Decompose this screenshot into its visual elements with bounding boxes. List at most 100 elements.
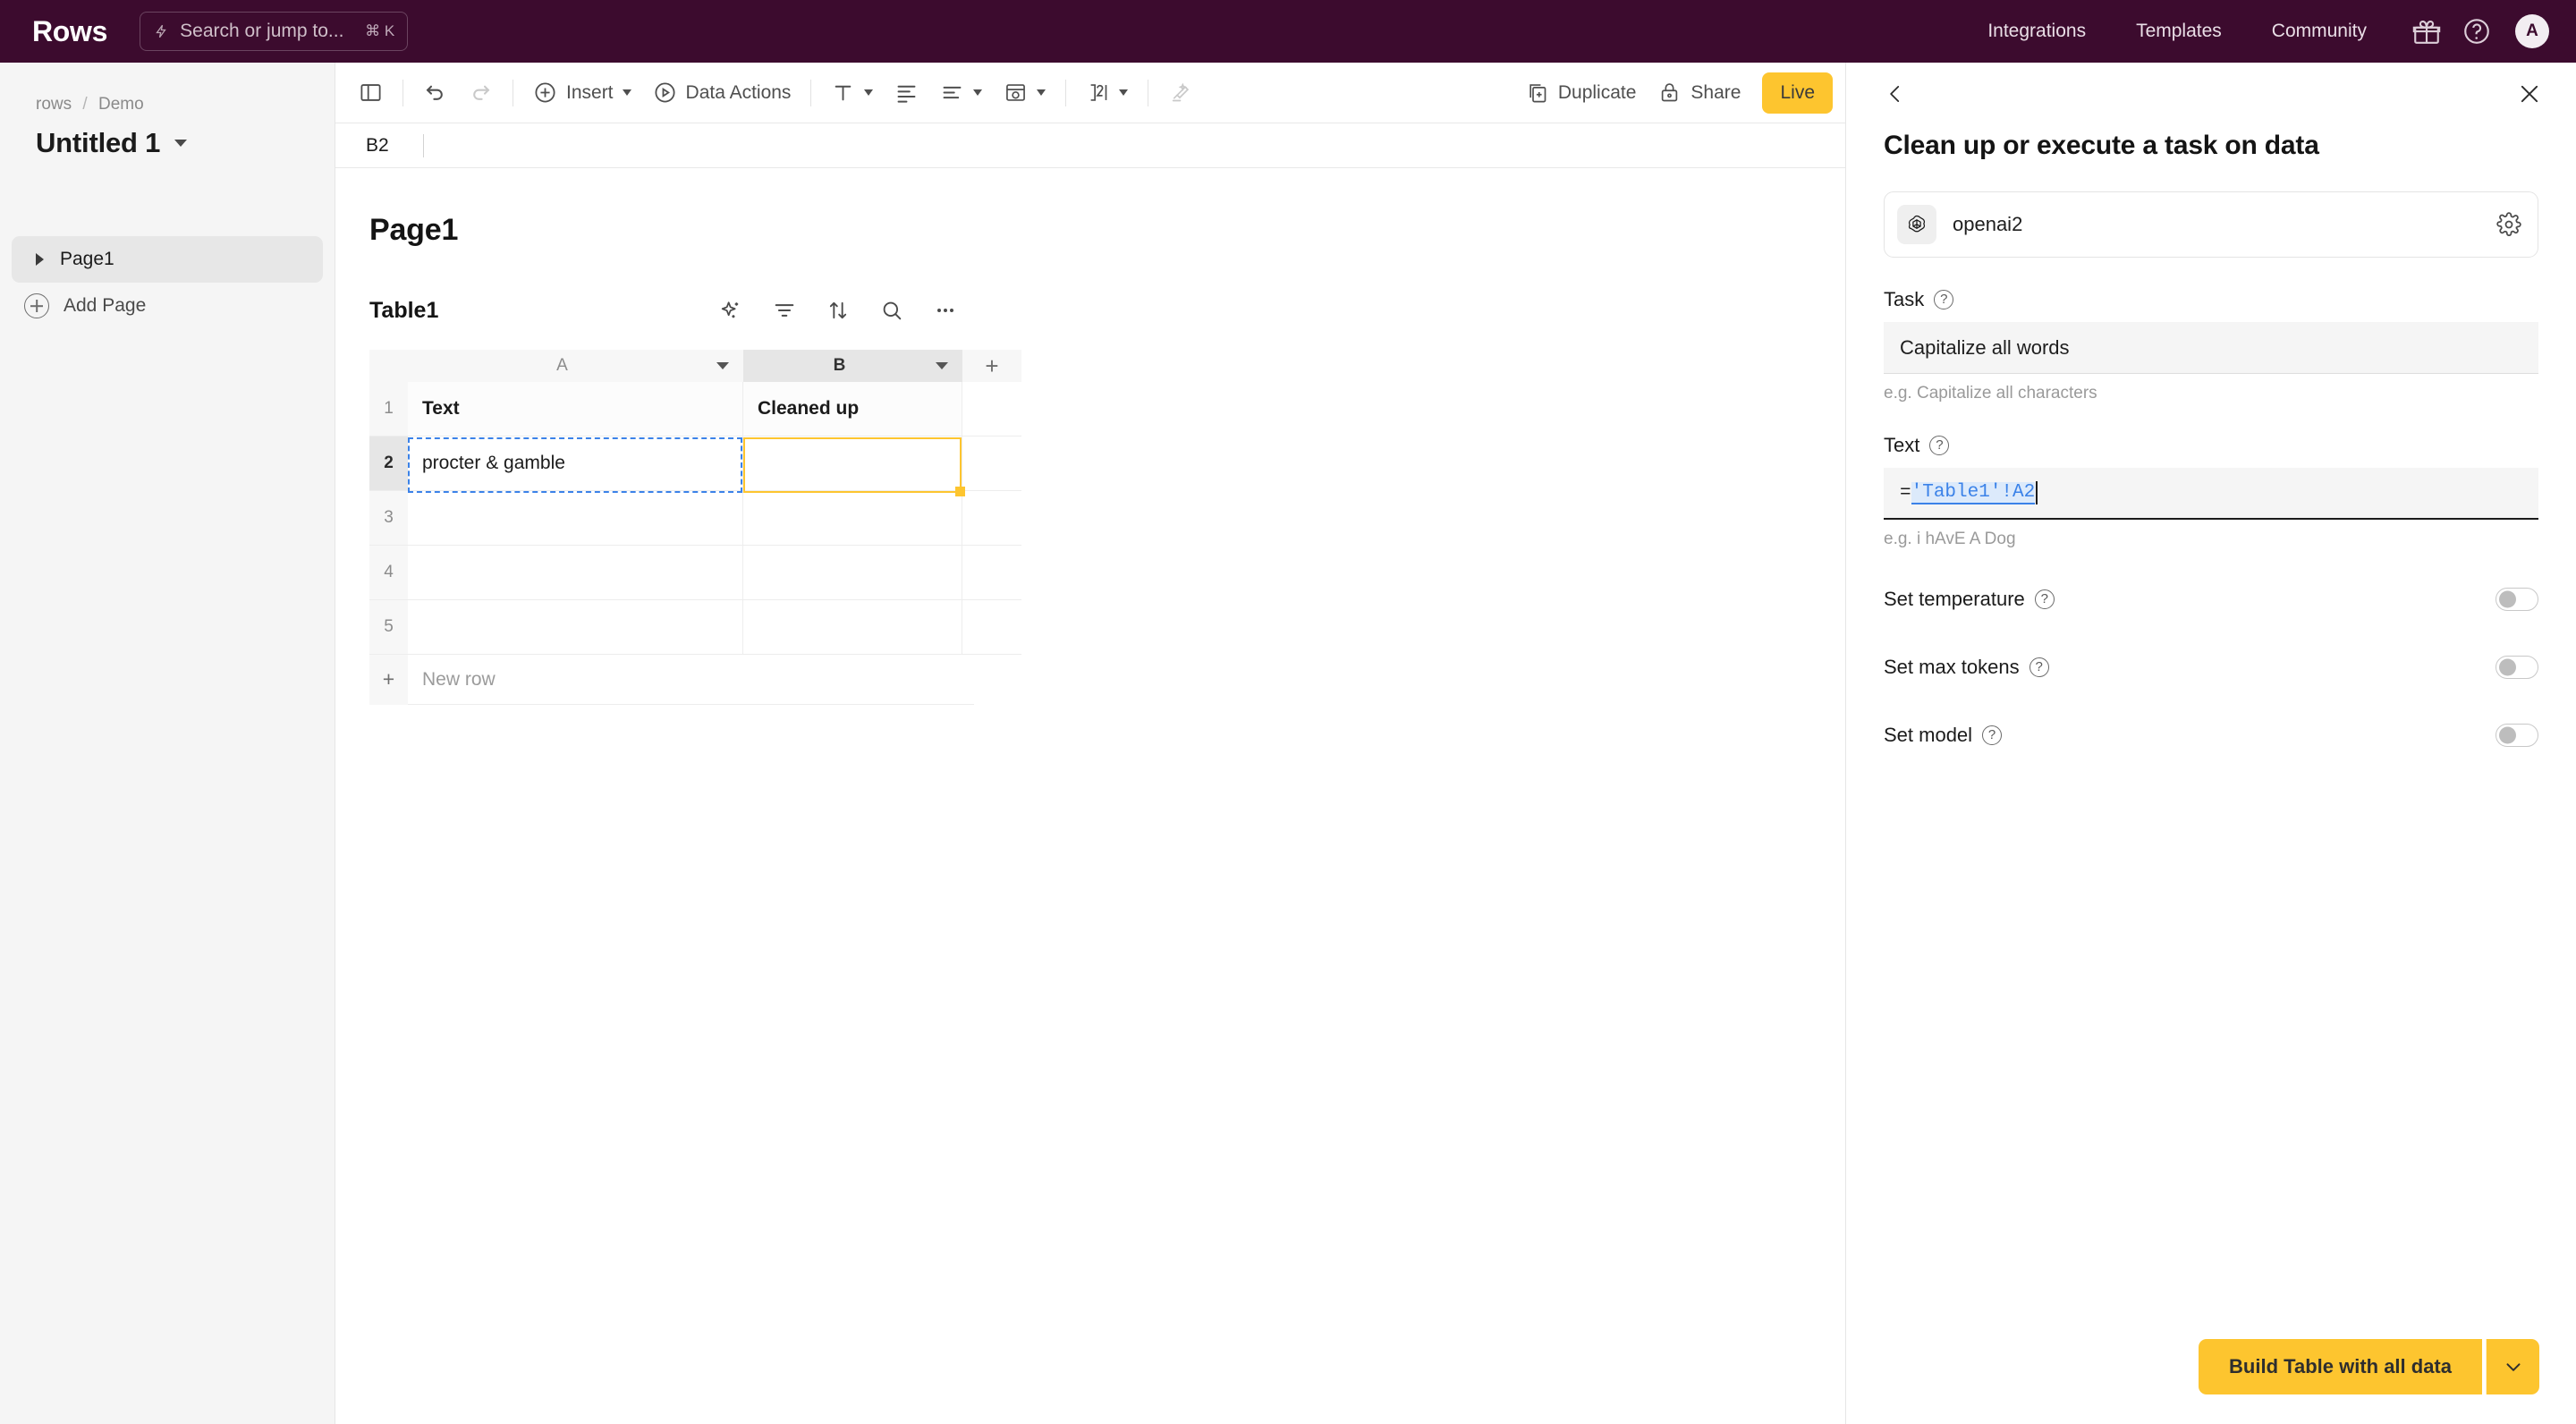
column-header-a[interactable]: A	[408, 350, 743, 382]
text-caret	[2036, 481, 2038, 504]
help-circle-icon[interactable]: ?	[2029, 657, 2049, 677]
align-icon	[894, 81, 919, 105]
number-format-button[interactable]	[1075, 72, 1139, 114]
avatar[interactable]: A	[2515, 14, 2549, 48]
clear-format-icon	[1168, 81, 1192, 105]
ai-sparkle-icon[interactable]	[718, 298, 743, 323]
chevron-left-icon[interactable]	[1884, 82, 1907, 106]
chevron-right-icon[interactable]	[36, 253, 44, 266]
build-table-button[interactable]: Build Table with all data	[2199, 1339, 2482, 1394]
new-row-button[interactable]: + New row	[369, 654, 974, 705]
table-row: 5	[369, 600, 1021, 655]
text-field-label: Text ?	[1884, 434, 2538, 457]
cell-b3[interactable]	[743, 491, 962, 546]
share-button[interactable]: Share	[1647, 72, 1751, 114]
chevron-down-icon[interactable]	[936, 362, 948, 369]
set-model-toggle[interactable]	[2496, 724, 2538, 747]
cell-reference[interactable]: B2	[366, 135, 423, 157]
undo-button[interactable]	[412, 72, 458, 114]
task-field-hint: e.g. Capitalize all characters	[1884, 384, 2097, 403]
nav-community[interactable]: Community	[2247, 21, 2392, 42]
table-name[interactable]: Table1	[369, 298, 438, 324]
breadcrumb-folder[interactable]: Demo	[98, 95, 144, 114]
redo-button[interactable]	[458, 72, 504, 114]
help-circle-icon[interactable]	[2462, 16, 2492, 47]
global-search-input[interactable]: Search or jump to... ⌘ K	[140, 12, 409, 51]
set-model-text: Set model	[1884, 724, 1973, 746]
sheet-canvas: Page1 Table1 A B + 1 Text Cleaned up 2 p…	[335, 168, 1845, 705]
gift-icon[interactable]	[2411, 16, 2442, 47]
column-header-b[interactable]: B	[743, 350, 962, 382]
row-number[interactable]: 2	[369, 437, 408, 491]
gear-icon[interactable]	[2496, 212, 2521, 237]
row-number[interactable]: 1	[369, 382, 408, 437]
cell-b1[interactable]: Cleaned up	[743, 382, 962, 437]
row-number[interactable]: 5	[369, 600, 408, 655]
add-column-button[interactable]: +	[962, 350, 1021, 382]
duplicate-button[interactable]: Duplicate	[1514, 72, 1648, 114]
data-actions-button[interactable]: Data Actions	[642, 72, 802, 114]
integration-selector[interactable]: openai2	[1884, 191, 2538, 258]
plus-icon: +	[985, 352, 999, 379]
search-icon[interactable]	[879, 298, 904, 323]
openai-icon	[1897, 205, 1936, 244]
cell-b2[interactable]	[743, 437, 962, 491]
cell-a5[interactable]	[408, 600, 743, 655]
new-row-plus-icon: +	[369, 654, 408, 705]
insert-button[interactable]: Insert	[522, 72, 642, 114]
set-model-label: Set model ?	[1884, 724, 2496, 747]
clear-format-button[interactable]	[1157, 72, 1203, 114]
help-circle-icon[interactable]: ?	[1982, 725, 2003, 745]
live-button[interactable]: Live	[1762, 72, 1833, 114]
add-page-button[interactable]: Add Page	[24, 293, 335, 318]
cell-style-button[interactable]	[993, 72, 1056, 114]
column-letter: B	[833, 356, 846, 375]
help-circle-icon[interactable]: ?	[1934, 290, 1954, 309]
cell-a2[interactable]: procter & gamble	[408, 437, 743, 491]
set-temperature-label: Set temperature ?	[1884, 588, 2496, 611]
column-letter: A	[556, 356, 568, 375]
sidebar-toggle-icon	[359, 81, 383, 105]
cell-a3[interactable]	[408, 491, 743, 546]
app-root: Rows Search or jump to... ⌘ K Integratio…	[0, 0, 2576, 1424]
cell-style-icon	[1004, 81, 1028, 105]
cell-b5[interactable]	[743, 600, 962, 655]
chevron-down-icon	[1037, 89, 1046, 96]
more-options-icon[interactable]	[933, 298, 958, 323]
table-block: Table1 A B + 1 Text Cleaned up 2 procter…	[369, 291, 1021, 705]
task-input[interactable]: Capitalize all words	[1884, 322, 2538, 374]
spreadsheet-grid: A B + 1 Text Cleaned up 2 procter & gamb…	[369, 350, 1021, 705]
sort-icon[interactable]	[826, 298, 851, 323]
row-number[interactable]: 3	[369, 491, 408, 546]
close-icon[interactable]	[2517, 81, 2542, 106]
nav-integrations[interactable]: Integrations	[1962, 21, 2111, 42]
chevron-down-icon[interactable]	[174, 140, 188, 147]
build-options-dropdown[interactable]	[2486, 1339, 2539, 1394]
panel-title: Clean up or execute a task on data	[1884, 131, 2319, 160]
rows-logo[interactable]: Rows	[32, 15, 107, 48]
sidebar-toggle-button[interactable]	[348, 72, 394, 114]
align-button[interactable]	[884, 72, 929, 114]
cell-a1[interactable]: Text	[408, 382, 743, 437]
help-circle-icon[interactable]: ?	[2034, 589, 2055, 609]
help-circle-icon[interactable]: ?	[1929, 436, 1950, 455]
set-temperature-toggle[interactable]	[2496, 588, 2538, 611]
breadcrumb-workspace[interactable]: rows	[36, 95, 72, 114]
text-format-button[interactable]	[820, 72, 884, 114]
row-number[interactable]: 4	[369, 546, 408, 600]
text-input[interactable]: = 'Table1'!A2	[1884, 468, 2538, 520]
chevron-down-icon[interactable]	[716, 362, 729, 369]
align-dropdown-button[interactable]	[929, 72, 993, 114]
cell-empty	[962, 546, 1021, 600]
nav-templates[interactable]: Templates	[2111, 21, 2247, 42]
chevron-down-icon	[864, 89, 874, 96]
topbar-right-group: Integrations Templates Community A	[1962, 14, 2576, 48]
set-max-tokens-toggle[interactable]	[2496, 656, 2538, 679]
task-field-label: Task ?	[1884, 288, 2538, 311]
cell-b4[interactable]	[743, 546, 962, 600]
cell-a4[interactable]	[408, 546, 743, 600]
sidebar-item-page1[interactable]: Page1	[12, 236, 323, 283]
data-actions-label: Data Actions	[685, 81, 792, 103]
filter-icon[interactable]	[772, 298, 797, 323]
document-title-row[interactable]: Untitled 1	[36, 127, 335, 159]
